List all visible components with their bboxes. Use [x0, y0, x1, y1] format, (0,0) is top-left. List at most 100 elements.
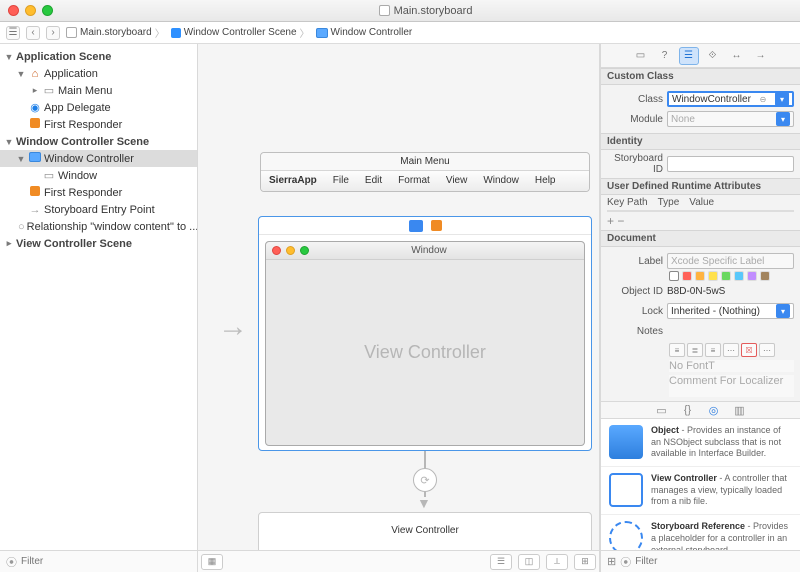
- document-outline: ▼Application Scene ▼⌂Application ▸▭Main …: [0, 44, 198, 572]
- outline-first-responder-2[interactable]: First Responder: [0, 184, 197, 201]
- crumb-file[interactable]: Main.storyboard〉: [66, 25, 165, 40]
- notes-comment-field[interactable]: Comment For Localizer: [669, 375, 794, 397]
- win-close-icon: [272, 246, 281, 255]
- outline-first-responder-1[interactable]: First Responder: [0, 116, 197, 133]
- window-controller-scene[interactable]: Window View Controller: [258, 216, 592, 451]
- media-library-tab[interactable]: ▥: [731, 402, 749, 418]
- crumb-scene[interactable]: Window Controller Scene〉: [171, 25, 310, 40]
- objectid-value: B8D-0N-5wS: [667, 286, 725, 297]
- storyboard-id-field[interactable]: [667, 156, 794, 172]
- window-title: Main.storyboard: [394, 5, 473, 17]
- outline-toggle-button[interactable]: ☰: [6, 26, 20, 40]
- entry-point-arrow[interactable]: →: [218, 310, 248, 344]
- attributes-inspector-tab[interactable]: ⟐: [703, 47, 723, 65]
- class-dropdown-icon[interactable]: ▾: [775, 92, 789, 106]
- identity-header: Identity: [601, 133, 800, 150]
- outline-vc-scene[interactable]: ▸View Controller Scene: [0, 235, 197, 252]
- size-inspector-tab[interactable]: ↔: [727, 47, 747, 65]
- file-template-library-tab[interactable]: ▭: [653, 402, 671, 418]
- quickhelp-inspector-tab[interactable]: ?: [655, 47, 675, 65]
- objectid-label: Object ID: [607, 286, 663, 297]
- notes-more-button[interactable]: ⋯: [759, 343, 775, 357]
- canvas-layout-button-2[interactable]: ◫: [518, 554, 540, 570]
- notes-clear-button[interactable]: ☒: [741, 343, 757, 357]
- nav-forward-button[interactable]: ›: [46, 26, 60, 40]
- module-field[interactable]: None▾: [667, 111, 794, 127]
- label-color-swatches[interactable]: [607, 271, 794, 281]
- udra-remove-button[interactable]: −: [617, 214, 624, 228]
- outline-entry-point[interactable]: →Storyboard Entry Point: [0, 201, 197, 218]
- align-left-button[interactable]: ≡: [669, 343, 685, 357]
- custom-class-header: Custom Class: [601, 68, 800, 85]
- menu-item-format[interactable]: Format: [390, 171, 438, 191]
- notes-font-field[interactable]: No FontT: [669, 360, 794, 372]
- filter-icon: ⦿: [6, 554, 17, 570]
- lib-item-object[interactable]: Object - Provides an instance of an NSOb…: [601, 419, 800, 467]
- canvas-layout-button-3[interactable]: ⟂: [546, 554, 568, 570]
- first-responder-scene-icon[interactable]: [431, 220, 442, 231]
- identity-inspector-tab[interactable]: ☰: [679, 47, 699, 65]
- storyboard-icon: [379, 5, 390, 16]
- menu-item-edit[interactable]: Edit: [357, 171, 390, 191]
- window-frame[interactable]: Window View Controller: [265, 241, 585, 446]
- window-controller-icon: [316, 28, 328, 38]
- menu-item-view[interactable]: View: [438, 171, 476, 191]
- main-menu-scene[interactable]: Main Menu SierraApp File Edit Format Vie…: [260, 152, 590, 192]
- lock-label: Lock: [607, 306, 663, 317]
- outline-window[interactable]: ▭Window: [0, 167, 197, 184]
- crumb-controller[interactable]: Window Controller: [316, 27, 413, 38]
- canvas-layout-button-4[interactable]: ⊞: [574, 554, 596, 570]
- outline-app-delegate[interactable]: ◉App Delegate: [0, 99, 197, 116]
- udra-add-button[interactable]: +: [607, 214, 614, 228]
- lock-field[interactable]: Inherited - (Nothing)▾: [667, 303, 794, 319]
- canvas-layout-button-1[interactable]: ☰: [490, 554, 512, 570]
- minimize-button[interactable]: [25, 5, 36, 16]
- menu-item-window[interactable]: Window: [475, 171, 527, 191]
- doc-label-field[interactable]: Xcode Specific Label: [667, 253, 794, 269]
- object-library[interactable]: Object - Provides an instance of an NSOb…: [601, 419, 800, 550]
- zoom-button[interactable]: [42, 5, 53, 16]
- module-dropdown-icon[interactable]: ▾: [776, 112, 790, 126]
- notes-format-bar: ≡≣≡⋯☒⋯: [607, 343, 794, 357]
- menu-item-file[interactable]: File: [325, 171, 357, 191]
- outline-main-menu[interactable]: ▸▭Main Menu: [0, 82, 197, 99]
- udra-header: User Defined Runtime Attributes: [601, 178, 800, 195]
- close-button[interactable]: [8, 5, 19, 16]
- menu-item-app[interactable]: SierraApp: [261, 171, 325, 191]
- align-justify-button[interactable]: ⋯: [723, 343, 739, 357]
- outline-window-controller[interactable]: ▼Window Controller: [0, 150, 197, 167]
- doc-label-label: Label: [607, 256, 663, 267]
- object-icon: [609, 425, 643, 459]
- lib-item-storyboard-reference[interactable]: Storyboard Reference - Provides a placeh…: [601, 515, 800, 550]
- outline-filter-bar: ⦿: [0, 550, 197, 572]
- library-filter-input[interactable]: [635, 556, 794, 567]
- scene-icon: [171, 28, 181, 38]
- outline-application[interactable]: ▼⌂Application: [0, 65, 197, 82]
- lib-item-view-controller[interactable]: View Controller - A controller that mana…: [601, 467, 800, 515]
- window-controller-scene-icon[interactable]: [409, 220, 423, 232]
- window-icon: ▭: [42, 169, 56, 182]
- align-center-button[interactable]: ≣: [687, 343, 703, 357]
- code-snippet-library-tab[interactable]: {}: [679, 402, 697, 418]
- entry-point-icon: →: [28, 204, 42, 216]
- nav-back-button[interactable]: ‹: [26, 26, 40, 40]
- canvas-view-mode-button[interactable]: ▦: [201, 554, 223, 570]
- connections-inspector-tab[interactable]: →: [751, 47, 771, 65]
- segue-arrowhead: ▼: [417, 495, 431, 511]
- delegate-icon: ◉: [28, 101, 42, 114]
- outline-relationship[interactable]: ○Relationship "window content" to ...: [0, 218, 197, 235]
- segue-handle[interactable]: ⟳: [413, 468, 437, 492]
- menu-item-help[interactable]: Help: [527, 171, 564, 191]
- outline-app-scene[interactable]: ▼Application Scene: [0, 48, 197, 65]
- window-controller-icon: [28, 152, 42, 165]
- storyboard-canvas[interactable]: Main Menu SierraApp File Edit Format Vie…: [198, 44, 600, 572]
- library-grid-toggle[interactable]: ⊞: [607, 555, 616, 568]
- file-inspector-tab[interactable]: ▭: [631, 47, 651, 65]
- class-field[interactable]: WindowController⊖▾: [667, 91, 794, 107]
- align-right-button[interactable]: ≡: [705, 343, 721, 357]
- lock-dropdown-icon[interactable]: ▾: [776, 304, 790, 318]
- outline-wc-scene[interactable]: ▼Window Controller Scene: [0, 133, 197, 150]
- outline-filter-input[interactable]: [21, 556, 191, 567]
- view-controller-scene[interactable]: View Controller: [258, 512, 592, 552]
- object-library-tab[interactable]: ◎: [705, 402, 723, 418]
